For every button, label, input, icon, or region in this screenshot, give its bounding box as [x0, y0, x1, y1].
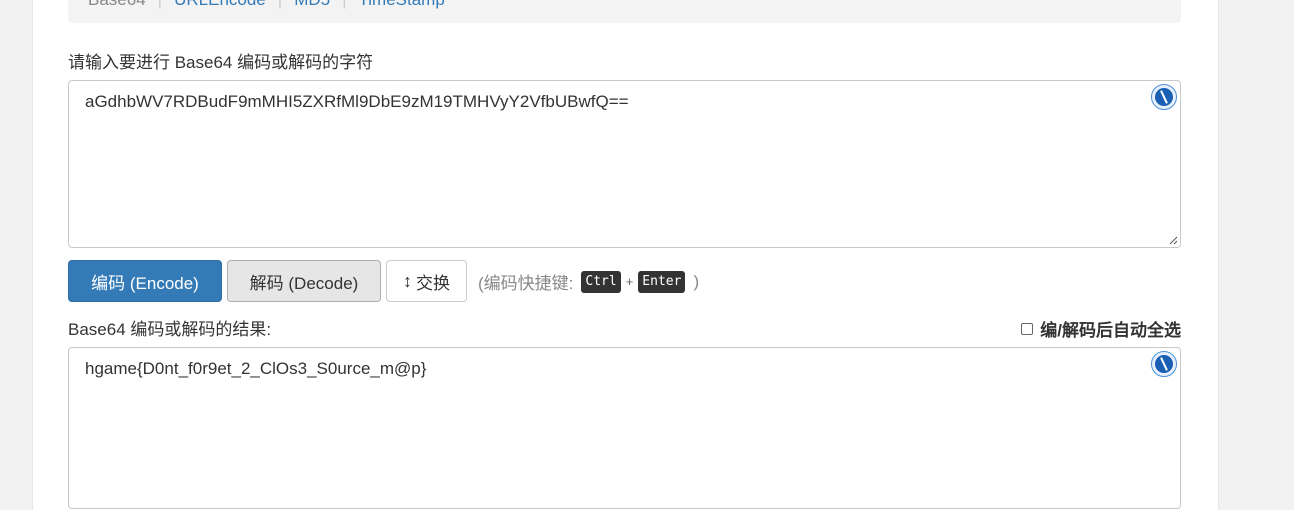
tab-md5[interactable]: MD5: [294, 0, 330, 10]
extension-icon[interactable]: [1151, 351, 1177, 377]
extension-icon[interactable]: [1151, 84, 1177, 110]
auto-select-label: 编/解码后自动全选: [1040, 321, 1181, 340]
swap-arrows-icon: ↕: [403, 270, 412, 291]
tab-separator: |: [342, 0, 346, 10]
tab-timestamp[interactable]: TimeStamp: [359, 0, 445, 10]
output-label: Base64 编码或解码的结果:: [68, 320, 272, 339]
tab-base64[interactable]: Base64: [88, 0, 146, 10]
plus-sign: +: [625, 274, 634, 289]
tab-separator: |: [158, 0, 162, 10]
input-textarea[interactable]: aGdhbWV7RDBudF9mMHI5ZXRfMl9DbE9zM19TMHVy…: [68, 80, 1181, 248]
decode-button[interactable]: 解码 (Decode): [227, 260, 381, 302]
swap-button[interactable]: ↕ 交换: [386, 260, 467, 302]
auto-select-option[interactable]: 编/解码后自动全选: [1021, 316, 1181, 341]
tool-tabs-bar: Base64 | URLEncode | MD5 | TimeStamp: [68, 0, 1181, 23]
auto-select-checkbox[interactable]: [1021, 322, 1034, 335]
ctrl-key: Ctrl: [581, 270, 621, 293]
output-textarea[interactable]: hgame{D0nt_f0r9et_2_ClOs3_S0urce_m@p}: [68, 347, 1181, 509]
tab-urlencode[interactable]: URLEncode: [174, 0, 266, 10]
resize-grip-icon[interactable]: [1168, 235, 1178, 245]
output-value: hgame{D0nt_f0r9et_2_ClOs3_S0urce_m@p}: [85, 359, 427, 378]
shortcut-hint: (编码快捷键: Ctrl + Enter ): [478, 269, 699, 294]
tab-separator: |: [278, 0, 282, 10]
input-value: aGdhbWV7RDBudF9mMHI5ZXRfMl9DbE9zM19TMHVy…: [85, 92, 629, 111]
swap-button-label: 交换: [416, 273, 450, 293]
input-label: 请输入要进行 Base64 编码或解码的字符: [68, 53, 374, 72]
enter-key: Enter: [638, 270, 686, 293]
tool-tabs: Base64 | URLEncode | MD5 | TimeStamp: [88, 0, 445, 10]
shortcut-hint-text: (编码快捷键:: [478, 274, 574, 293]
shortcut-hint-close: ): [693, 271, 700, 291]
encode-button[interactable]: 编码 (Encode): [68, 260, 222, 302]
